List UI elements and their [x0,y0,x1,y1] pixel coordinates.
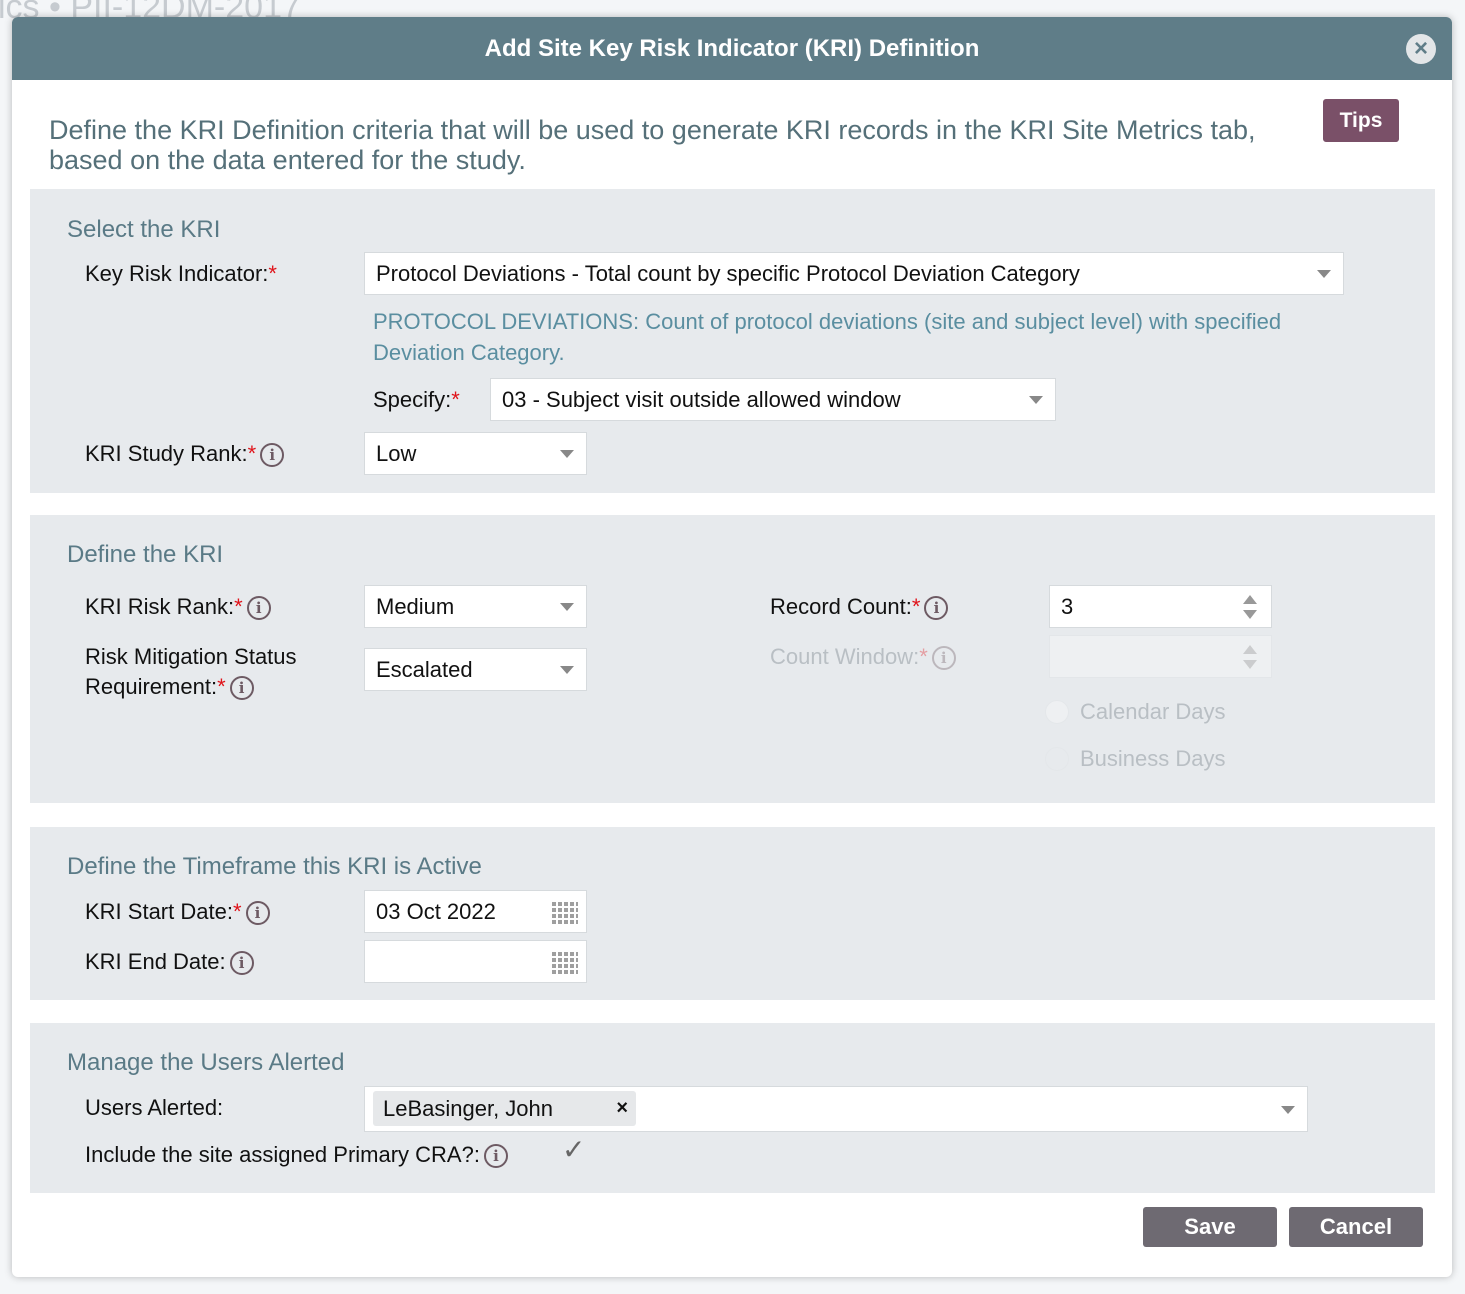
tips-button[interactable]: Tips [1323,99,1399,142]
users-alerted-multiselect[interactable]: LeBasinger, John × [364,1086,1308,1132]
info-icon: i [931,646,956,671]
start-date-input[interactable]: 03 Oct 2022 [364,890,587,933]
include-cra-label: Include the site assigned Primary CRA?: i [85,1140,508,1170]
info-icon[interactable]: i [260,443,285,468]
kri-label: Key Risk Indicator:* [85,261,277,286]
section-define-kri: Define the KRI KRI Risk Rank:* i Medium R… [30,515,1435,803]
key-risk-indicator-select[interactable]: Protocol Deviations - Total count by spe… [364,252,1344,295]
include-cra-checkbox[interactable]: ✓ [562,1133,585,1166]
start-date-label: KRI Start Date:* i [85,897,270,927]
info-icon[interactable]: i [924,596,949,621]
info-icon[interactable]: i [229,676,254,701]
record-count-input[interactable]: 3 [1049,585,1272,628]
chevron-down-icon [560,666,574,674]
mitigation-select[interactable]: Escalated [364,648,587,691]
info-icon[interactable]: i [245,901,270,926]
info-icon[interactable]: i [483,1144,508,1169]
business-days-radio [1045,747,1069,771]
section-timeframe: Define the Timeframe this KRI is Active … [30,827,1435,1000]
specify-label: Specify:* [373,387,460,412]
study-rank-label: KRI Study Rank:* i [85,439,285,469]
spinner-icon[interactable] [1243,595,1257,619]
calendar-icon[interactable] [552,950,578,974]
specify-select[interactable]: 03 - Subject visit outside allowed windo… [490,378,1056,421]
section-title: Define the Timeframe this KRI is Active [67,853,482,880]
info-icon[interactable]: i [229,951,254,976]
section-title: Manage the Users Alerted [67,1049,345,1076]
calendar-icon[interactable] [552,900,578,924]
risk-rank-label: KRI Risk Rank:* i [85,592,271,622]
spinner-icon [1243,645,1257,669]
chevron-down-icon [560,603,574,611]
add-kri-definition-dialog: Add Site Key Risk Indicator (KRI) Defini… [12,17,1452,1277]
section-title: Define the KRI [67,541,224,568]
kri-description: PROTOCOL DEVIATIONS: Count of protocol d… [373,309,1282,365]
section-title: Select the KRI [67,216,221,243]
section-users-alerted: Manage the Users Alerted Users Alerted: … [30,1023,1435,1193]
calendar-days-radio [1045,700,1069,724]
chevron-down-icon [1281,1106,1295,1114]
count-window-input [1049,635,1272,678]
risk-rank-select[interactable]: Medium [364,585,587,628]
mitigation-label: Risk Mitigation Status Requirement:* i [85,644,297,701]
end-date-label: KRI End Date: i [85,947,254,977]
user-chip: LeBasinger, John × [373,1091,636,1126]
business-days-label: Business Days [1080,746,1226,771]
end-date-input[interactable] [364,940,587,983]
count-window-label: Count Window:* i [770,642,956,672]
users-alerted-label: Users Alerted: [85,1095,224,1120]
dialog-title: Add Site Key Risk Indicator (KRI) Defini… [12,17,1452,80]
close-icon[interactable]: × [1406,34,1436,64]
dialog-intro: Define the KRI Definition criteria that … [49,115,1256,175]
info-icon[interactable]: i [246,596,271,621]
chevron-down-icon [1029,396,1043,404]
study-rank-select[interactable]: Low [364,432,587,475]
save-button[interactable]: Save [1143,1207,1277,1247]
chevron-down-icon [560,450,574,458]
record-count-label: Record Count:* i [770,592,949,622]
cancel-button[interactable]: Cancel [1289,1207,1423,1247]
remove-chip-icon[interactable]: × [616,1091,628,1126]
chevron-down-icon [1317,270,1331,278]
calendar-days-label: Calendar Days [1080,699,1226,724]
section-select-kri: Select the KRI Key Risk Indicator:* Prot… [30,189,1435,493]
